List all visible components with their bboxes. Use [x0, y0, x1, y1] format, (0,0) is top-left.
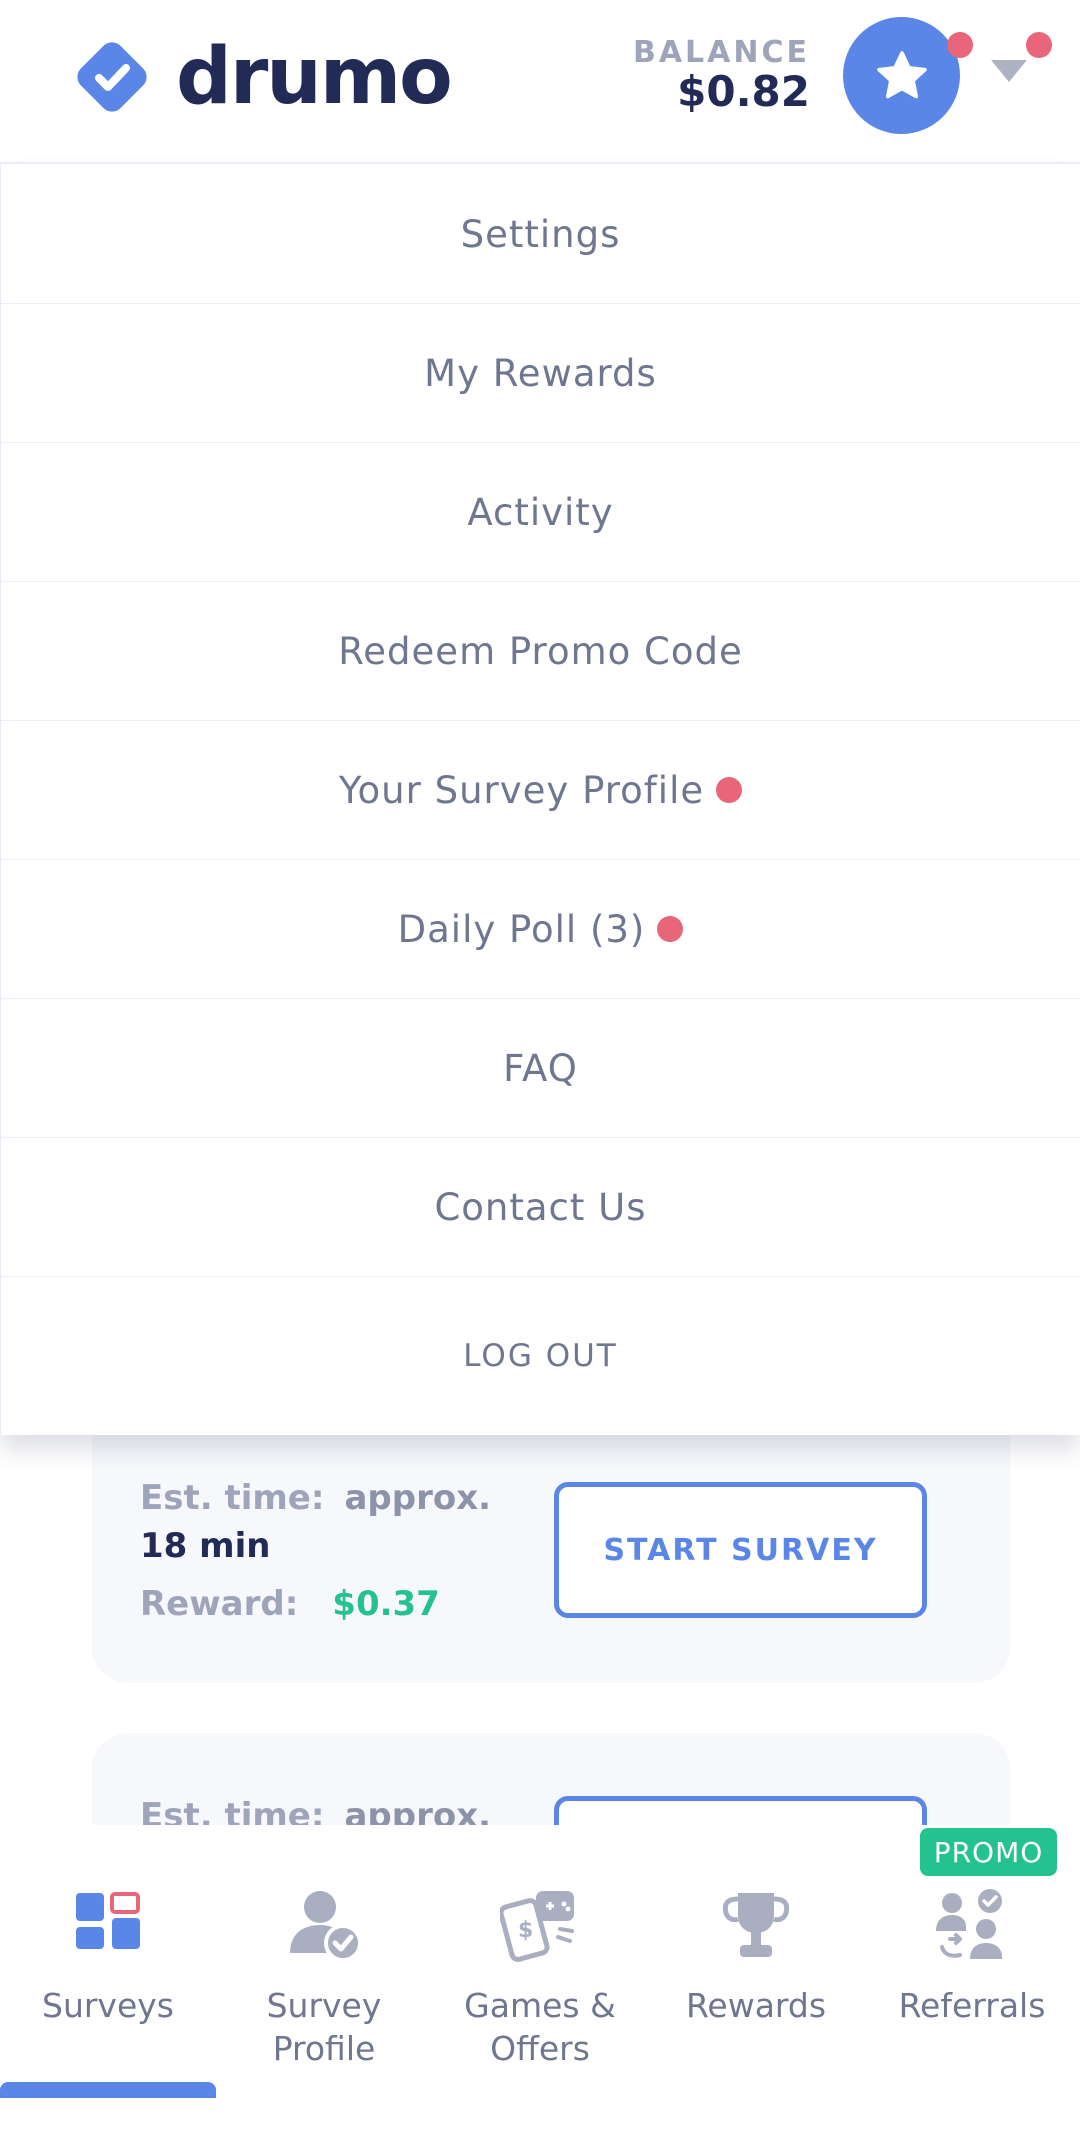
referrals-icon [936, 1889, 1002, 1959]
menu-item-faq[interactable]: FAQ [1, 999, 1080, 1138]
logo-text: drumo [176, 32, 453, 122]
nav-label: Games & Offers [464, 1986, 616, 2068]
menu-item-label: Contact Us [434, 1185, 647, 1229]
nav-label: Survey Profile [266, 1986, 382, 2068]
menu-item-daily-poll[interactable]: Daily Poll (3) [1, 860, 1080, 999]
menu-item-label: LOG OUT [463, 1337, 618, 1374]
est-time-value: approx. [344, 1478, 492, 1518]
star-icon [876, 50, 927, 98]
nav-tab-surveys[interactable]: Surveys [0, 1825, 216, 2129]
reward-row: Reward: $0.37 [140, 1584, 491, 1624]
nav-label: Surveys [42, 1986, 174, 2025]
nav-tab-rewards[interactable]: Rewards [648, 1825, 864, 2129]
balance-value: $0.82 [677, 67, 810, 116]
est-time-minutes: 18 min [140, 1525, 271, 1566]
est-time-label: Est. time: [140, 1478, 325, 1518]
est-time-row: Est. time: approx. [140, 1475, 491, 1523]
notification-dot [1026, 32, 1052, 58]
reward-amount: $0.37 [332, 1584, 440, 1625]
notification-dot [657, 916, 684, 942]
survey-card: Est. time: approx. 18 min Reward: $0.37 ST… [92, 1405, 1010, 1683]
menu-item-label: Your Survey Profile [338, 768, 705, 812]
menu-item-label: Activity [467, 490, 614, 534]
profile-check-icon [290, 1891, 362, 1962]
grid-icon [76, 1892, 140, 1949]
account-dropdown-menu: Settings My Rewards Activity Redeem Prom… [0, 165, 1080, 1435]
menu-item-redeem-promo-code[interactable]: Redeem Promo Code [1, 582, 1080, 721]
menu-item-activity[interactable]: Activity [1, 443, 1080, 582]
nav-tab-survey-profile[interactable]: Survey Profile [216, 1825, 432, 2129]
app-header: drumo BALANCE $0.82 [0, 0, 1080, 164]
games-icon: $ [500, 1891, 574, 1962]
menu-item-settings[interactable]: Settings [1, 165, 1080, 304]
drumo-logo[interactable]: drumo [70, 32, 453, 122]
notification-dot [716, 777, 743, 803]
active-tab-indicator [0, 2082, 216, 2098]
menu-item-label: Settings [460, 212, 621, 256]
rewards-star-button[interactable] [843, 17, 960, 134]
menu-item-label: Daily Poll (3) [397, 907, 646, 951]
menu-item-log-out[interactable]: LOG OUT [1, 1277, 1080, 1434]
balance-display: BALANCE $0.82 [633, 36, 810, 115]
balance-label: BALANCE [632, 35, 810, 70]
menu-caret-icon[interactable] [991, 60, 1027, 82]
menu-item-contact-us[interactable]: Contact Us [1, 1138, 1080, 1277]
start-survey-button[interactable]: START SURVEY [554, 1482, 927, 1618]
svg-text:$: $ [518, 1918, 533, 1943]
trophy-icon [722, 1893, 790, 1957]
bottom-navigation: Surveys Survey Profile $ Games & Offers [0, 1825, 1080, 2129]
nav-label: Rewards [685, 1986, 827, 2025]
notification-dot [947, 32, 973, 58]
menu-item-my-rewards[interactable]: My Rewards [1, 304, 1080, 443]
promo-badge: PROMO [920, 1828, 1057, 1876]
reward-label: Reward: [140, 1584, 299, 1625]
menu-item-label: Redeem Promo Code [338, 629, 743, 673]
survey-card-info: Est. time: approx. 18 min Reward: $0.37 [140, 1475, 491, 1624]
menu-item-survey-profile[interactable]: Your Survey Profile [1, 721, 1080, 860]
nav-tab-games-offers[interactable]: $ Games & Offers [432, 1825, 648, 2129]
menu-item-label: My Rewards [424, 351, 657, 395]
logo-check-icon [77, 42, 147, 112]
nav-label: Referrals [898, 1986, 1046, 2025]
menu-item-label: FAQ [503, 1046, 578, 1090]
